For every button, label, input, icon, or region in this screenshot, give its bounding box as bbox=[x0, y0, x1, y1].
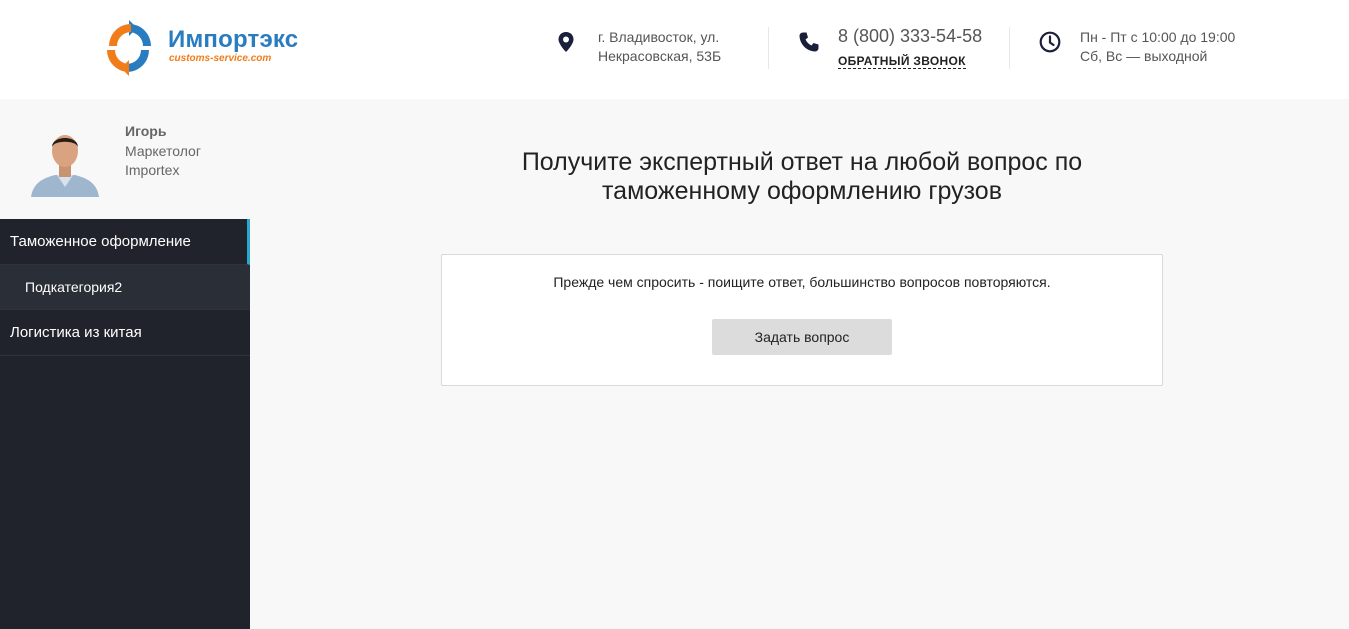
map-pin-icon bbox=[558, 32, 574, 52]
address-block: г. Владивосток, ул. Некрасовская, 53Б bbox=[555, 27, 755, 71]
profile-name: Игорь bbox=[125, 123, 167, 139]
hours-block: Пн - Пт с 10:00 до 19:00 Сб, Вс — выходн… bbox=[1039, 27, 1259, 71]
sidebar-item-customs[interactable]: Таможенное оформление bbox=[0, 219, 250, 265]
ask-question-button[interactable]: Задать вопрос bbox=[712, 319, 892, 355]
header-divider bbox=[1009, 27, 1010, 69]
sidebar: Игорь Маркетолог Importex Таможенное офо… bbox=[0, 99, 250, 629]
logo-name: Импортэкс bbox=[168, 26, 299, 53]
avatar bbox=[31, 135, 99, 197]
page-title: Получите экспертный ответ на любой вопро… bbox=[521, 148, 1083, 205]
header-divider bbox=[768, 27, 769, 69]
hours-line-2: Сб, Вс — выходной bbox=[1080, 48, 1208, 64]
sidebar-subitem-subcategory2[interactable]: Подкатегория2 bbox=[0, 265, 250, 310]
hours-text: Пн - Пт с 10:00 до 19:00 Сб, Вс — выходн… bbox=[1080, 28, 1235, 66]
profile-card: Игорь Маркетолог Importex bbox=[0, 99, 250, 219]
address-line-2: Некрасовская, 53Б bbox=[598, 48, 722, 64]
clock-icon bbox=[1039, 31, 1061, 53]
profile-role: Маркетолог bbox=[125, 143, 201, 159]
ask-card: Прежде чем спросить - поищите ответ, бол… bbox=[441, 254, 1163, 386]
address-line-1: г. Владивосток, ул. bbox=[598, 29, 720, 45]
phone-block: 8 (800) 333-54-58 ОБРАТНЫЙ ЗВОНОК bbox=[798, 26, 998, 71]
logo[interactable]: Импортэкс customs-service.com bbox=[103, 20, 303, 76]
sidebar-item-logistics-china[interactable]: Логистика из китая bbox=[0, 310, 250, 356]
ask-card-text: Прежде чем спросить - поищите ответ, бол… bbox=[553, 274, 1051, 290]
address-text: г. Владивосток, ул. Некрасовская, 53Б bbox=[598, 28, 721, 66]
phone-number[interactable]: 8 (800) 333-54-58 bbox=[838, 26, 982, 47]
logo-arrows-icon bbox=[107, 20, 151, 76]
logo-subtitle: customs-service.com bbox=[169, 53, 272, 64]
site-header: Импортэкс customs-service.com г. Владиво… bbox=[0, 0, 1349, 99]
callback-link[interactable]: ОБРАТНЫЙ ЗВОНОК bbox=[838, 55, 966, 69]
phone-icon bbox=[799, 32, 819, 52]
sidebar-menu: Таможенное оформление Подкатегория2 Логи… bbox=[0, 219, 250, 356]
hours-line-1: Пн - Пт с 10:00 до 19:00 bbox=[1080, 29, 1236, 45]
profile-company: Importex bbox=[125, 162, 180, 178]
